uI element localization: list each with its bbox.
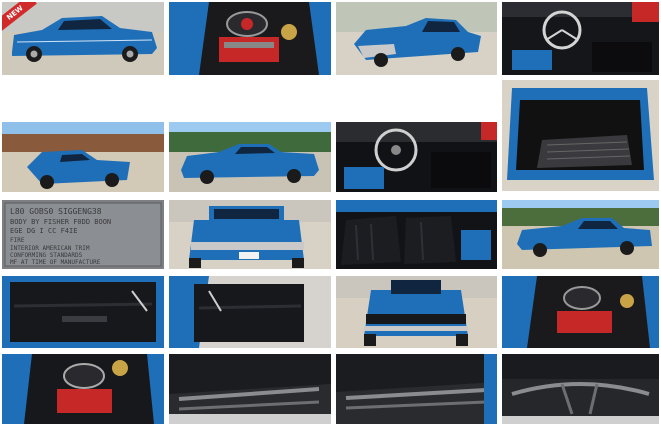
undercarriage-photo-2 (336, 354, 497, 424)
engine-photo (169, 2, 331, 75)
car-rear-photo (169, 200, 331, 269)
thumb-undercarriage-2[interactable] (336, 354, 497, 424)
plate-line-6: CONFORMING STANDARDS (10, 252, 83, 259)
plate-line-1: L80 GOBS0 SIGGENG38 (10, 207, 102, 216)
car-rear-quarter-photo (2, 122, 164, 192)
seats-photo (336, 200, 497, 269)
engine-photo-3 (2, 354, 164, 424)
thumb-door-panel-left[interactable] (2, 276, 164, 348)
plate-line-5: INTERIOR AMERICAN TRIM (10, 245, 90, 252)
car-side-profile-photo (502, 200, 659, 269)
thumb-undercarriage-1[interactable] (169, 354, 331, 424)
thumb-door-panel-right[interactable] (169, 276, 331, 348)
thumb-dash[interactable] (336, 122, 497, 192)
thumb-undercarriage-3[interactable] (502, 354, 659, 424)
thumb-rear-quarter[interactable] (2, 122, 164, 192)
car-front-three-quarter-photo (336, 2, 497, 75)
thumb-engine-bay[interactable] (169, 2, 331, 75)
bed-overhead-photo (502, 80, 659, 191)
thumb-seats[interactable] (336, 200, 497, 269)
undercarriage-photo-3 (502, 354, 659, 424)
thumb-bed-overhead[interactable] (502, 80, 659, 191)
thumb-front-profile[interactable] (169, 122, 331, 192)
thumb-front-three-quarter[interactable] (336, 2, 497, 75)
undercarriage-photo (169, 354, 331, 424)
car-front-profile-photo (169, 122, 331, 192)
thumb-front-grille[interactable] (336, 276, 497, 348)
car-side-photo (2, 2, 164, 75)
thumb-engine-top[interactable] (2, 354, 164, 424)
door-panel-photo (2, 276, 164, 348)
door-panel-open-photo (169, 276, 331, 348)
dashboard-photo (336, 122, 497, 192)
thumb-front-side[interactable]: NEW (2, 2, 164, 75)
thumb-engine-right[interactable] (502, 276, 659, 348)
trim-plate-photo: L80 GOBS0 SIGGENG38 BODY BY FISHER F0DD … (2, 200, 164, 269)
car-front-photo (336, 276, 497, 348)
interior-steering-photo (502, 2, 659, 75)
plate-line-2: BODY BY FISHER F0DD BOON (10, 218, 111, 226)
thumb-steering-interior[interactable] (502, 2, 659, 75)
thumb-rear-view[interactable] (169, 200, 331, 269)
thumb-vin-plate[interactable]: L80 GOBS0 SIGGENG38 BODY BY FISHER F0DD … (2, 200, 164, 269)
plate-line-3: EGE DG I CC F4IE (10, 227, 77, 235)
plate-line-7: MF AT TIME OF MANUFACTURE (10, 259, 101, 266)
engine-photo-2 (502, 276, 659, 348)
plate-line-4: FIRE (10, 237, 25, 244)
photo-gallery-grid: NEW L80 GOBS0 SIGGENG38 BODY BY FISHER F… (0, 0, 661, 426)
thumb-side-profile[interactable] (502, 200, 659, 269)
